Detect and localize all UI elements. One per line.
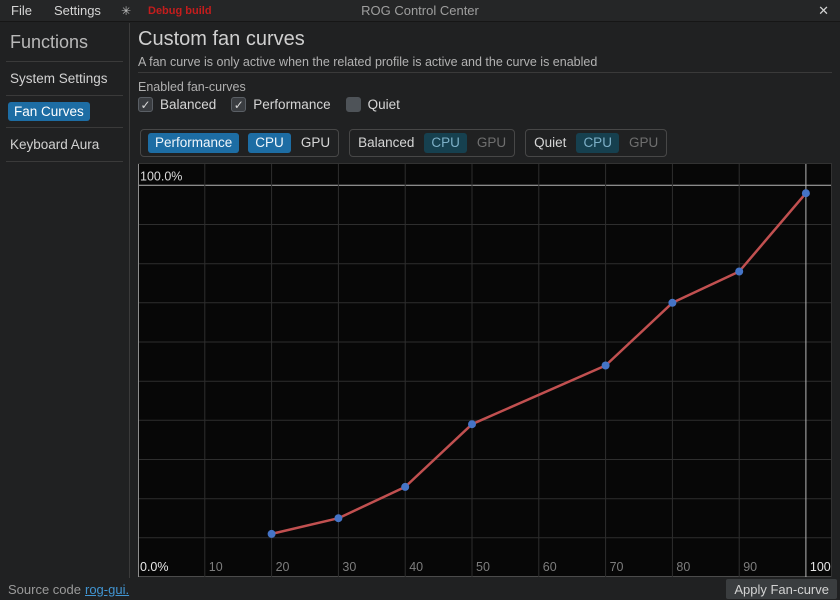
page-subtitle: A fan curve is only active when the rela… bbox=[138, 55, 597, 69]
main-panel: Custom fan curves A fan curve is only ac… bbox=[131, 23, 840, 578]
titlebar: File Settings ✳ Debug build ROG Control … bbox=[0, 0, 840, 22]
checkbox-quiet-label: Quiet bbox=[368, 97, 400, 112]
checkbox-balanced-label: Balanced bbox=[160, 97, 216, 112]
svg-text:30: 30 bbox=[342, 560, 356, 574]
svg-text:70: 70 bbox=[610, 560, 624, 574]
fan-tab-balanced-gpu[interactable]: GPU bbox=[476, 133, 507, 154]
source-code-label: Source code bbox=[0, 582, 81, 597]
svg-text:0.0%: 0.0% bbox=[140, 560, 169, 574]
svg-text:60: 60 bbox=[543, 560, 557, 574]
fan-tab-performance-cpu[interactable]: CPU bbox=[248, 133, 291, 154]
fan-curve-group-balanced: Balanced CPU GPU bbox=[349, 129, 515, 157]
menu-bar: File Settings ✳ Debug build bbox=[0, 1, 212, 20]
fan-curve-group-performance: Performance CPU GPU bbox=[140, 129, 339, 157]
checkbox-unchecked-icon bbox=[346, 97, 361, 112]
fan-curve-chart-svg: 10 20 30 40 50 60 70 80 90 100 100.0% 0.0% bbox=[138, 163, 832, 577]
profile-tab-quiet[interactable]: Quiet bbox=[533, 133, 567, 154]
svg-text:90: 90 bbox=[743, 560, 757, 574]
source-code-link[interactable]: rog-gui. bbox=[81, 582, 129, 597]
enabled-fan-curves-label: Enabled fan-curves bbox=[138, 80, 246, 94]
fan-curve-group-quiet: Quiet CPU GPU bbox=[525, 129, 667, 157]
checkbox-balanced[interactable]: ✓ Balanced bbox=[138, 97, 216, 112]
sidebar-header: Functions bbox=[0, 23, 129, 61]
page-title: Custom fan curves bbox=[138, 28, 305, 51]
fan-curve-chart[interactable]: 10 20 30 40 50 60 70 80 90 100 100.0% 0.0% bbox=[138, 163, 832, 577]
checkbox-checked-icon: ✓ bbox=[138, 97, 153, 112]
checkbox-performance[interactable]: ✓ Performance bbox=[231, 97, 330, 112]
sidebar-item-keyboard-aura[interactable]: Keyboard Aura bbox=[0, 128, 129, 161]
sidebar: Functions System Settings Fan Curves Key… bbox=[0, 23, 130, 578]
close-icon[interactable]: ✕ bbox=[818, 3, 829, 19]
menu-settings[interactable]: Settings bbox=[43, 1, 112, 20]
profile-selector-row: Performance CPU GPU Balanced CPU GPU Qui… bbox=[140, 129, 667, 157]
fan-tab-performance-gpu[interactable]: GPU bbox=[300, 133, 331, 154]
fan-tab-balanced-cpu[interactable]: CPU bbox=[424, 133, 467, 154]
svg-text:80: 80 bbox=[676, 560, 690, 574]
checkbox-performance-label: Performance bbox=[253, 97, 330, 112]
apply-fan-curve-button[interactable]: Apply Fan-curve bbox=[726, 579, 837, 599]
sidebar-item-system-settings[interactable]: System Settings bbox=[0, 62, 129, 95]
profile-tab-balanced[interactable]: Balanced bbox=[357, 133, 415, 154]
status-bar: Source code rog-gui. Apply Fan-curve bbox=[0, 578, 840, 600]
divider bbox=[6, 161, 123, 162]
checkbox-checked-icon: ✓ bbox=[231, 97, 246, 112]
fan-tab-quiet-gpu[interactable]: GPU bbox=[628, 133, 659, 154]
svg-text:40: 40 bbox=[409, 560, 423, 574]
menu-file[interactable]: File bbox=[0, 1, 43, 20]
divider bbox=[138, 72, 832, 73]
sidebar-item-fan-curves-label: Fan Curves bbox=[8, 102, 90, 121]
theme-toggle-icon[interactable]: ✳ bbox=[112, 4, 140, 18]
debug-build-badge: Debug build bbox=[140, 5, 212, 17]
svg-text:100.0%: 100.0% bbox=[140, 169, 182, 183]
fan-tab-quiet-cpu[interactable]: CPU bbox=[576, 133, 619, 154]
sidebar-item-fan-curves[interactable]: Fan Curves bbox=[0, 96, 129, 127]
svg-text:20: 20 bbox=[276, 560, 290, 574]
profile-tab-performance[interactable]: Performance bbox=[148, 133, 239, 154]
enabled-checkbox-row: ✓ Balanced ✓ Performance Quiet bbox=[138, 97, 400, 112]
svg-text:50: 50 bbox=[476, 560, 490, 574]
svg-text:100: 100 bbox=[810, 560, 831, 574]
svg-text:10: 10 bbox=[209, 560, 223, 574]
checkbox-quiet[interactable]: Quiet bbox=[346, 97, 400, 112]
